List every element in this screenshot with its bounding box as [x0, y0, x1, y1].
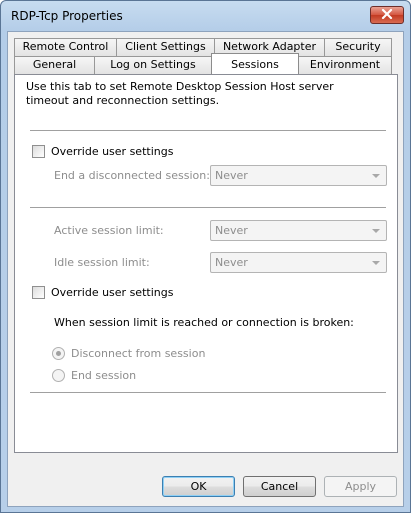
ok-button[interactable]: OK [162, 476, 235, 497]
tab-log-on-settings[interactable]: Log on Settings [94, 56, 212, 74]
override-user-settings-label-1: Override user settings [51, 145, 174, 158]
radio-circle[interactable] [52, 369, 65, 382]
title-bar[interactable]: RDP-Tcp Properties [1, 1, 410, 31]
checkbox-box[interactable] [32, 286, 45, 299]
sessions-description: Use this tab to set Remote Desktop Sessi… [26, 80, 334, 107]
tab-security[interactable]: Security [324, 38, 392, 56]
separator [30, 392, 386, 394]
tab-row-front: General Log on Settings Sessions Environ… [14, 53, 392, 74]
idle-session-limit-value: Never [215, 256, 248, 269]
override-user-settings-label-2: Override user settings [51, 286, 174, 299]
tab-client-settings[interactable]: Client Settings [116, 38, 215, 56]
separator [30, 130, 386, 132]
tab-sessions[interactable]: Sessions [211, 53, 299, 74]
idle-session-limit-label: Idle session limit: [54, 256, 150, 269]
disconnect-from-session-radio[interactable]: Disconnect from session [52, 347, 205, 360]
end-disconnected-session-value: Never [215, 169, 248, 182]
cancel-button[interactable]: Cancel [243, 476, 316, 497]
chevron-down-icon [372, 261, 380, 265]
idle-session-limit-select[interactable]: Never [210, 252, 387, 273]
properties-window: RDP-Tcp Properties Remote Control Client… [0, 0, 411, 513]
tab-environment[interactable]: Environment [298, 56, 392, 74]
close-button[interactable] [370, 6, 404, 24]
override-user-settings-checkbox-2[interactable]: Override user settings [32, 286, 173, 299]
apply-button[interactable]: Apply [324, 476, 397, 497]
override-user-settings-checkbox-1[interactable]: Override user settings [32, 145, 173, 158]
end-disconnected-session-select[interactable]: Never [210, 165, 387, 186]
tab-row-back: Remote Control Client Settings Network A… [14, 38, 392, 56]
chevron-down-icon [372, 229, 380, 233]
tab-general[interactable]: General [14, 56, 95, 74]
tab-remote-control[interactable]: Remote Control [14, 38, 117, 56]
limit-reached-label: When session limit is reached or connect… [54, 316, 354, 329]
close-x-icon [381, 8, 393, 22]
active-session-limit-label: Active session limit: [54, 224, 164, 237]
dialog-client-area: Remote Control Client Settings Network A… [7, 31, 404, 507]
chevron-down-icon [372, 174, 380, 178]
checkbox-box[interactable] [32, 145, 45, 158]
end-session-radio[interactable]: End session [52, 369, 136, 382]
active-session-limit-value: Never [215, 224, 248, 237]
separator [30, 207, 386, 209]
window-title: RDP-Tcp Properties [11, 9, 123, 23]
end-disconnected-session-label: End a disconnected session: [54, 169, 210, 182]
end-session-label: End session [71, 369, 137, 382]
radio-circle[interactable] [52, 347, 65, 360]
disconnect-from-session-label: Disconnect from session [71, 347, 206, 360]
active-session-limit-select[interactable]: Never [210, 220, 387, 241]
